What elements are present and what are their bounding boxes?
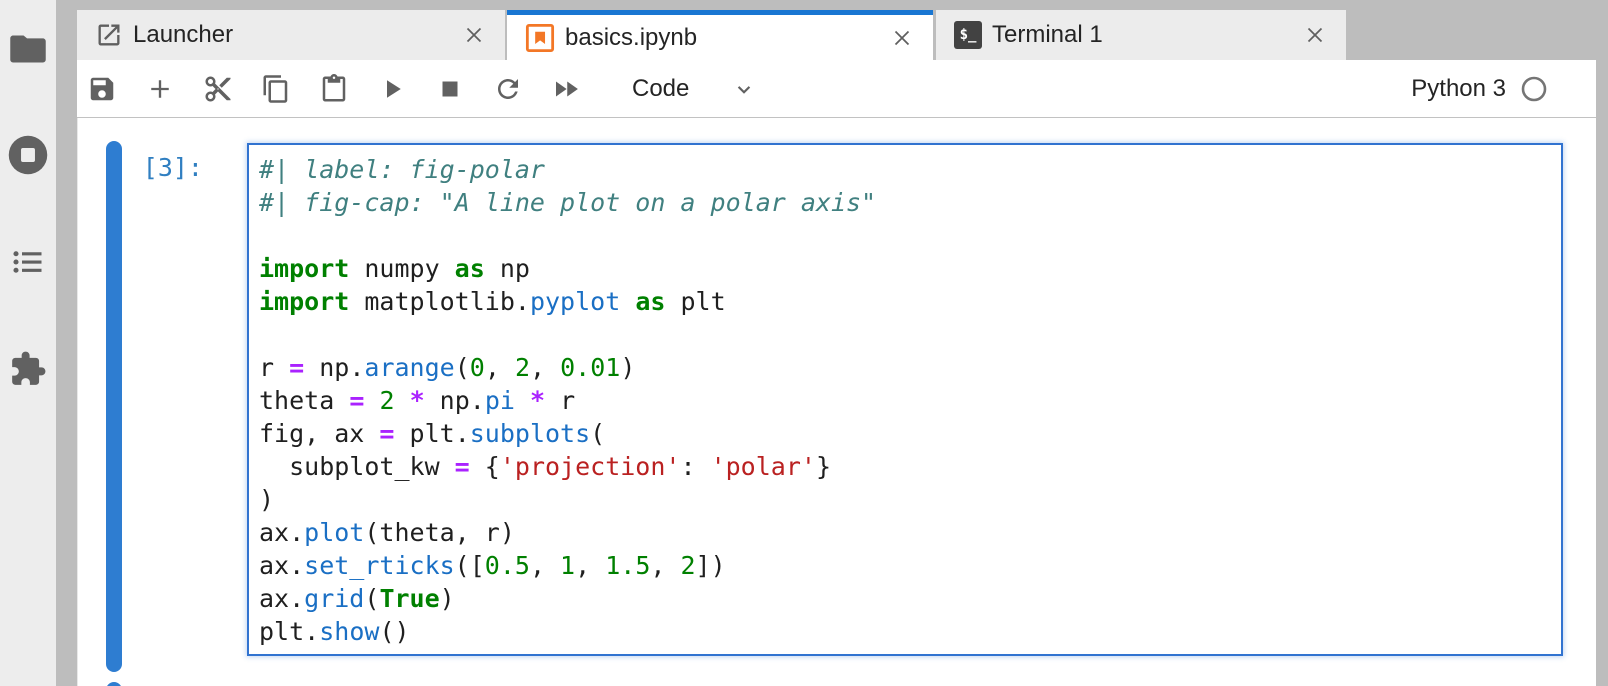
code-line: subplot_kw = {'projection': 'polar'}: [259, 450, 1561, 483]
notebook-icon: [525, 23, 555, 53]
save-icon: [87, 74, 117, 104]
code-lines: #| label: fig-polar#| fig-cap: "A line p…: [259, 153, 1561, 648]
kernel-name: Python 3: [1411, 75, 1506, 103]
chevron-down-icon: [731, 76, 757, 102]
kernel-indicator[interactable]: Python 3: [1411, 75, 1596, 103]
close-icon[interactable]: [459, 20, 489, 50]
fast-forward-icon: [551, 74, 581, 104]
code-line: plt.show(): [259, 615, 1561, 648]
kernel-status-idle-icon: [1520, 75, 1548, 103]
paste-icon: [319, 74, 349, 104]
code-line: [259, 318, 1561, 351]
tab-label: Launcher: [133, 21, 447, 49]
sidebar-item-file-browser[interactable]: [9, 33, 47, 65]
cut-cells-button[interactable]: [200, 71, 236, 107]
interrupt-kernel-button[interactable]: [432, 71, 468, 107]
cell-type-value: Code: [632, 75, 689, 103]
tab-label: Terminal 1: [992, 21, 1288, 49]
terminal-icon: $_: [954, 21, 982, 49]
code-line: import numpy as np: [259, 252, 1561, 285]
stop-circle-icon: [6, 133, 50, 177]
code-line: fig, ax = plt.subplots(: [259, 417, 1561, 450]
code-line: ax.grid(True): [259, 582, 1561, 615]
puzzle-icon: [9, 350, 47, 388]
restart-kernel-button[interactable]: [490, 71, 526, 107]
cell-input-prompt: [3]:: [77, 151, 203, 184]
run-cell-button[interactable]: [374, 71, 410, 107]
notebook-toolbar: Code Python 3: [77, 60, 1596, 118]
sidebar-item-table-of-contents[interactable]: [10, 244, 46, 280]
code-line: theta = 2 * np.pi * r: [259, 384, 1561, 417]
launcher-icon: [95, 21, 123, 49]
code-cell-editor[interactable]: #| label: fig-polar#| fig-cap: "A line p…: [247, 143, 1563, 656]
sidebar-item-extension-manager[interactable]: [9, 350, 47, 388]
list-icon: [10, 244, 46, 280]
cell-collapser[interactable]: [106, 141, 122, 672]
cell-type-select[interactable]: Code: [632, 75, 757, 103]
restart-run-all-button[interactable]: [548, 71, 584, 107]
insert-cell-button[interactable]: [142, 71, 178, 107]
copy-cells-button[interactable]: [258, 71, 294, 107]
add-icon: [146, 75, 174, 103]
code-line: #| fig-cap: "A line plot on a polar axis…: [259, 186, 1561, 219]
tab-terminal-1[interactable]: $_ Terminal 1: [936, 10, 1346, 60]
sidebar-divider: [56, 0, 77, 686]
paste-cells-button[interactable]: [316, 71, 352, 107]
sidebar-item-running-sessions[interactable]: [6, 133, 50, 177]
code-line: #| label: fig-polar: [259, 153, 1561, 186]
code-line: [259, 219, 1561, 252]
code-line: ax.set_rticks([0.5, 1, 1.5, 2]): [259, 549, 1561, 582]
tab-label: basics.ipynb: [565, 24, 875, 52]
copy-icon: [261, 74, 291, 104]
save-button[interactable]: [84, 71, 120, 107]
code-line: r = np.arange(0, 2, 0.01): [259, 351, 1561, 384]
tab-basics-ipynb[interactable]: basics.ipynb: [507, 10, 933, 60]
activity-sidebar: [0, 0, 56, 686]
stop-icon: [435, 74, 465, 104]
close-icon[interactable]: [1300, 20, 1330, 50]
restart-icon: [493, 74, 523, 104]
tab-launcher[interactable]: Launcher: [77, 10, 505, 60]
folder-icon: [9, 33, 47, 65]
tab-bar: Launcher basics.ipynb $_ Terminal 1: [77, 0, 1608, 60]
code-line: import matplotlib.pyplot as plt: [259, 285, 1561, 318]
code-line: ): [259, 483, 1561, 516]
code-line: ax.plot(theta, r): [259, 516, 1561, 549]
close-icon[interactable]: [887, 23, 917, 53]
cut-icon: [203, 74, 233, 104]
run-icon: [377, 74, 407, 104]
